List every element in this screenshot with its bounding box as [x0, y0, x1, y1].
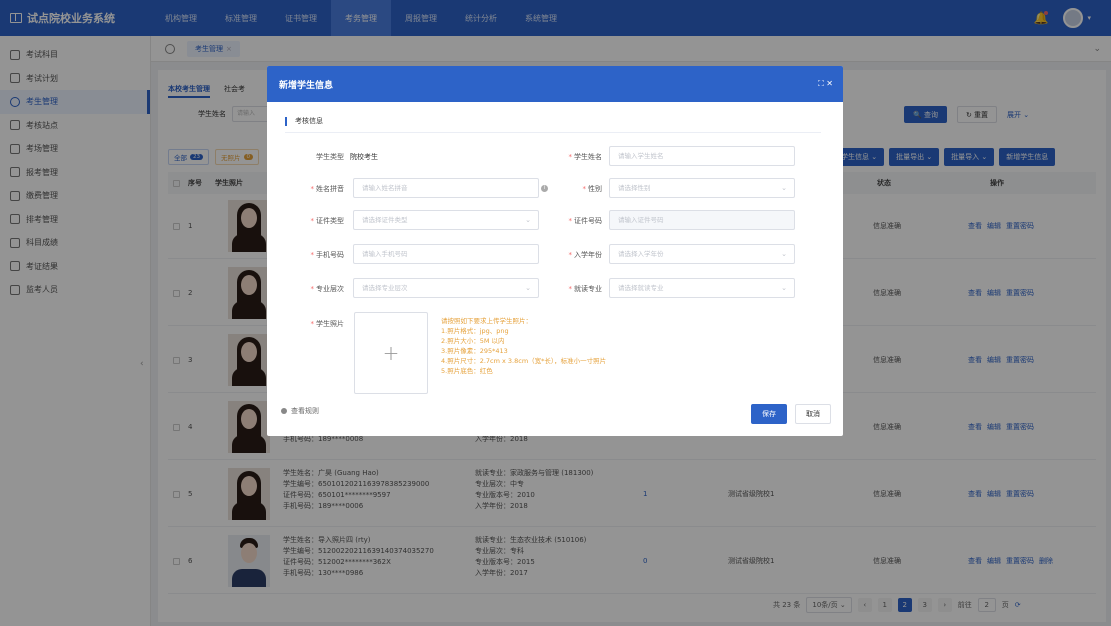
photo-hint: 请按照如下要求上传学生照片： 1.照片格式：jpg、png 2.照片大小：5M … — [441, 316, 606, 376]
close-icon[interactable]: ✕ — [826, 79, 833, 88]
dialog-header-icons: ⛶ ✕ — [818, 79, 833, 89]
add-student-dialog: 新增学生信息 ⛶ ✕ 考核信息 学生类型 院校考生 * 学生姓名 请输入学生姓名 … — [267, 66, 843, 436]
required-mark: * — [310, 217, 315, 225]
label-text: 学生类型 — [316, 153, 344, 161]
required-mark: * — [568, 285, 573, 293]
pinyin-input[interactable]: 请输入姓名拼音 — [353, 178, 539, 198]
rules-label: 查看规则 — [291, 407, 319, 415]
hint-line: 2.照片大小：5M 以内 — [441, 337, 505, 345]
photo-label: * 学生照片 — [272, 319, 345, 329]
hint-line: 请按照如下要求上传学生照片： — [441, 317, 532, 325]
save-button[interactable]: 保存 — [751, 404, 787, 424]
label-text: 手机号码 — [316, 251, 344, 259]
info-icon — [281, 408, 287, 414]
chevron-down-icon: ⌄ — [781, 184, 787, 192]
select-placeholder: 请选择就读专业 — [618, 284, 664, 292]
phone-label: * 手机号码 — [272, 250, 345, 260]
major-select[interactable]: 请选择就读专业 ⌄ — [609, 278, 795, 298]
chevron-down-icon: ⌄ — [781, 284, 787, 292]
id-number-input[interactable]: 请输入证件号码 — [609, 210, 795, 230]
hint-line: 3.照片像素：295*413 — [441, 347, 508, 355]
section-title: 考核信息 — [285, 116, 323, 126]
hint-line: 1.照片格式：jpg、png — [441, 327, 509, 335]
select-placeholder: 请选择专业层次 — [362, 284, 408, 292]
photo-upload[interactable]: + — [354, 312, 428, 394]
required-mark: * — [568, 251, 573, 259]
gender-label: * 性别 — [530, 184, 603, 194]
select-placeholder: 请选择入学年份 — [618, 250, 664, 258]
gender-select[interactable]: 请选择性别 ⌄ — [609, 178, 795, 198]
cancel-button[interactable]: 取消 — [795, 404, 831, 424]
phone-input[interactable]: 请输入手机号码 — [353, 244, 539, 264]
hint-line: 5.照片底色：红色 — [441, 367, 493, 375]
section-bar — [285, 116, 287, 126]
dialog-header: 新增学生信息 ⛶ ✕ — [267, 66, 843, 102]
section-label: 考核信息 — [295, 117, 323, 125]
required-mark: * — [568, 217, 573, 225]
pinyin-label: * 姓名拼音 — [272, 184, 345, 194]
level-select[interactable]: 请选择专业层次 ⌄ — [353, 278, 539, 298]
label-text: 学生照片 — [316, 320, 344, 328]
student-type-label: 学生类型 — [272, 152, 344, 162]
required-mark: * — [310, 285, 315, 293]
hint-line: 4.照片尺寸：2.7cm x 3.8cm（宽*长），标准小一寸照片 — [441, 357, 607, 365]
major-label: * 就读专业 — [530, 284, 603, 294]
label-text: 性别 — [588, 185, 602, 193]
divider — [285, 132, 821, 133]
enroll-year-label: * 入学年份 — [530, 250, 603, 260]
label-text: 姓名拼音 — [316, 185, 344, 193]
enroll-year-select[interactable]: 请选择入学年份 ⌄ — [609, 244, 795, 264]
required-mark: * — [568, 153, 573, 161]
dialog-footer: 保存 取消 — [751, 404, 831, 424]
required-mark: * — [310, 185, 315, 193]
id-type-select[interactable]: 请选择证件类型 ⌄ — [353, 210, 539, 230]
fullscreen-icon[interactable]: ⛶ — [818, 79, 824, 88]
required-mark: * — [310, 251, 315, 259]
label-text: 专业层次 — [316, 285, 344, 293]
required-mark: * — [310, 320, 315, 328]
label-text: 入学年份 — [574, 251, 602, 259]
label-text: 证件类型 — [316, 217, 344, 225]
dialog-title: 新增学生信息 — [279, 80, 334, 91]
label-text: 学生姓名 — [574, 153, 602, 161]
chevron-down-icon: ⌄ — [781, 250, 787, 258]
select-placeholder: 请选择性别 — [618, 184, 651, 192]
student-type-value: 院校考生 — [350, 153, 378, 161]
level-label: * 专业层次 — [272, 284, 345, 294]
view-rules-link[interactable]: 查看规则 — [281, 406, 319, 416]
label-text: 证件号码 — [574, 217, 602, 225]
student-name-input[interactable]: 请输入学生姓名 — [609, 146, 795, 166]
id-type-label: * 证件类型 — [272, 216, 345, 226]
label-text: 就读专业 — [574, 285, 602, 293]
select-placeholder: 请选择证件类型 — [362, 216, 408, 224]
student-name-label: * 学生姓名 — [530, 152, 603, 162]
required-mark: * — [582, 185, 587, 193]
id-number-label: * 证件号码 — [530, 216, 603, 226]
plus-icon: + — [382, 341, 400, 365]
